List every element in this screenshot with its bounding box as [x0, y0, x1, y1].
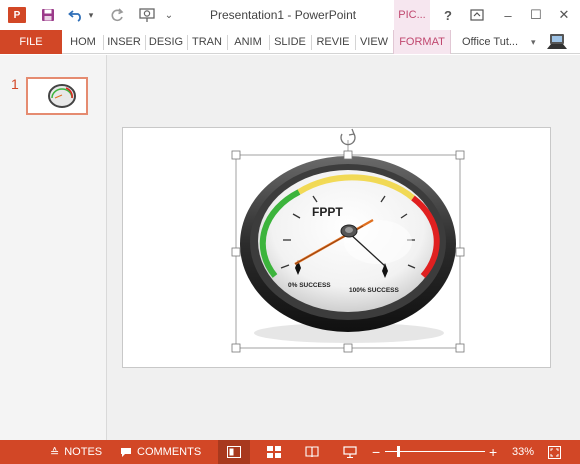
- notes-button[interactable]: ≙ NOTES: [50, 440, 102, 464]
- tab-design[interactable]: DESIG: [146, 30, 186, 54]
- workspace: 1 FPPT 0% SUCCESS 100% SUCCESS: [0, 55, 580, 440]
- slide-show-view-button[interactable]: [334, 440, 366, 464]
- reading-view-icon: [305, 446, 319, 458]
- status-bar: ≙ NOTES COMMENTS − + 33%: [0, 440, 580, 464]
- tab-file[interactable]: FILE: [0, 30, 62, 54]
- tab-slide-show[interactable]: SLIDE: [270, 30, 310, 54]
- gauge-picture[interactable]: FPPT 0% SUCCESS 100% SUCCESS: [123, 128, 552, 369]
- title-bar: P ▾ ⌄ Presentation1 - PowerPoint PIC... …: [0, 0, 580, 30]
- slide-thumbnail-preview: [30, 81, 84, 111]
- ribbon-display-icon: [470, 9, 484, 21]
- zoom-out-button[interactable]: −: [372, 440, 380, 464]
- redo-icon: [111, 8, 124, 22]
- slide-sorter-view-button[interactable]: [258, 440, 290, 464]
- normal-view-icon: [227, 446, 241, 458]
- tab-view[interactable]: VIEW: [356, 30, 392, 54]
- slide-editing-pane: FPPT 0% SUCCESS 100% SUCCESS: [108, 55, 580, 440]
- save-button[interactable]: [38, 0, 58, 30]
- ribbon-tab-bar: FILE HOM INSER DESIG TRAN ANIM SLIDE REV…: [0, 30, 580, 54]
- minimize-button[interactable]: –: [496, 0, 520, 30]
- slide-thumbnail-pane: 1: [0, 55, 107, 440]
- slide-sorter-icon: [267, 446, 281, 458]
- avatar[interactable]: [546, 32, 568, 52]
- tab-animations[interactable]: ANIM: [228, 30, 268, 54]
- notes-icon: ≙: [50, 446, 60, 459]
- tab-transitions[interactable]: TRAN: [188, 30, 226, 54]
- tab-format[interactable]: FORMAT: [393, 30, 451, 54]
- help-button[interactable]: ?: [438, 0, 458, 30]
- ribbon-display-options-button[interactable]: [466, 0, 488, 30]
- zoom-slider-thumb[interactable]: [396, 446, 400, 457]
- picture-tools-context-tab: PIC...: [394, 0, 430, 30]
- gauge-title: FPPT: [312, 205, 343, 219]
- zoom-slider-track[interactable]: [385, 451, 485, 452]
- redo-button[interactable]: [108, 0, 126, 30]
- fit-slide-button[interactable]: [548, 440, 561, 464]
- slide-number: 1: [11, 76, 19, 92]
- start-from-beginning-button[interactable]: [136, 0, 158, 30]
- tab-insert[interactable]: INSER: [104, 30, 144, 54]
- notes-label: NOTES: [64, 446, 103, 458]
- presentation-icon: [139, 8, 155, 22]
- comments-label: COMMENTS: [137, 446, 202, 458]
- slide-canvas[interactable]: FPPT 0% SUCCESS 100% SUCCESS: [122, 127, 551, 368]
- reading-view-button[interactable]: [296, 440, 328, 464]
- undo-dropdown-button[interactable]: ▾: [86, 0, 96, 30]
- user-account-name[interactable]: Office Tut...: [462, 30, 518, 54]
- powerpoint-app-icon[interactable]: P: [8, 7, 26, 23]
- zoom-in-button[interactable]: +: [489, 440, 497, 464]
- slide-thumbnail[interactable]: [26, 77, 88, 115]
- tab-home[interactable]: HOM: [64, 30, 102, 54]
- save-icon: [42, 9, 54, 21]
- slide-show-icon: [343, 446, 357, 458]
- normal-view-button[interactable]: [218, 440, 250, 464]
- gauge-left-label: 0% SUCCESS: [288, 282, 331, 289]
- zoom-level[interactable]: 33%: [512, 440, 534, 464]
- chevron-down-icon[interactable]: ▾: [531, 30, 536, 54]
- undo-button[interactable]: [66, 0, 86, 30]
- tab-review[interactable]: REVIE: [312, 30, 354, 54]
- customize-toolbar-button[interactable]: ⌄: [162, 0, 176, 30]
- maximize-button[interactable]: ☐: [524, 0, 548, 30]
- fit-to-window-icon: [548, 445, 561, 459]
- comment-icon: [121, 447, 131, 457]
- comments-button[interactable]: COMMENTS: [120, 440, 201, 464]
- gauge-right-label: 100% SUCCESS: [349, 287, 400, 294]
- undo-icon: [68, 10, 81, 22]
- window-title: Presentation1 - PowerPoint: [210, 8, 357, 22]
- close-button[interactable]: ✕: [552, 0, 576, 30]
